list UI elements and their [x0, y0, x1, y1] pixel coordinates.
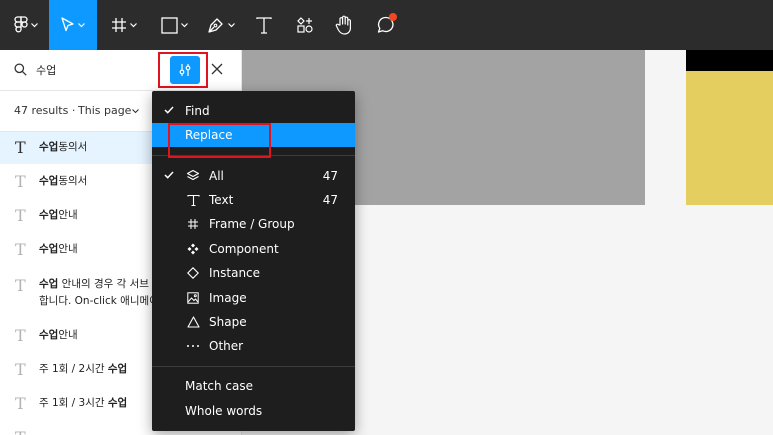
menu-item-find[interactable]: Find	[152, 99, 355, 123]
chevron-down-icon[interactable]	[132, 109, 139, 114]
menu-item-shape[interactable]: Shape	[152, 310, 355, 334]
chevron-down-icon	[180, 22, 188, 27]
text-layer-icon: T	[15, 394, 26, 413]
menu-item-instance[interactable]: Instance	[152, 261, 355, 285]
checkmark-icon	[164, 106, 174, 114]
filter-highlight-box	[158, 52, 208, 88]
search-row	[0, 50, 241, 90]
resources-button[interactable]	[288, 0, 322, 50]
image-icon	[186, 291, 200, 305]
search-icon	[14, 63, 27, 76]
more-icon	[186, 339, 200, 353]
shape-tool-icon	[160, 16, 178, 34]
menu-item-other[interactable]: Other	[152, 334, 355, 358]
menu-item-all[interactable]: All 47	[152, 164, 355, 188]
menu-item-component[interactable]: Component	[152, 237, 355, 261]
pen-tool-button[interactable]	[200, 0, 242, 50]
menu-item-image[interactable]: Image	[152, 286, 355, 310]
text-layer-icon: T	[15, 326, 26, 345]
menu-item-text[interactable]: Text 47	[152, 188, 355, 212]
chevron-down-icon	[228, 22, 235, 27]
text-tool-button[interactable]	[248, 0, 280, 50]
frame-tool-button[interactable]	[104, 0, 144, 50]
text-layer-icon: T	[15, 138, 26, 157]
resources-icon	[297, 17, 313, 33]
pen-tool-icon	[208, 18, 223, 33]
text-icon	[186, 193, 200, 207]
replace-highlight-box	[168, 123, 271, 158]
layers-icon	[186, 169, 200, 183]
comment-tool-button[interactable]	[368, 0, 404, 50]
chevron-down-icon	[31, 22, 38, 27]
checkmark-icon	[164, 171, 174, 179]
menu-item-match-case[interactable]: Match case	[152, 374, 355, 398]
canvas-black-frame[interactable]	[686, 50, 773, 71]
menu-item-frame-group[interactable]: Frame / Group	[152, 212, 355, 236]
move-tool-icon	[61, 17, 74, 32]
text-layer-icon: T	[15, 276, 26, 295]
hand-tool-icon	[335, 15, 351, 35]
text-layer-icon: T	[15, 172, 26, 191]
text-layer-icon: T	[15, 206, 26, 225]
hand-tool-button[interactable]	[326, 0, 362, 50]
component-icon	[186, 242, 200, 256]
scope-dropdown[interactable]: This page	[78, 104, 131, 117]
text-layer-icon: T	[15, 240, 26, 259]
menu-separator	[152, 366, 355, 367]
frame-tool-icon	[112, 18, 126, 32]
text-layer-icon: T	[15, 360, 26, 379]
main-menu-button[interactable]	[6, 0, 46, 50]
results-count: 47 results ·	[14, 104, 76, 117]
canvas-yellow-frame[interactable]	[686, 71, 773, 205]
notification-dot	[389, 13, 397, 21]
shape-icon	[186, 315, 200, 329]
move-tool-button[interactable]	[49, 0, 97, 50]
shape-tool-button[interactable]	[153, 0, 195, 50]
text-tool-icon	[256, 16, 272, 34]
text-layer-icon: T	[15, 430, 26, 435]
frame-icon	[186, 217, 200, 231]
chevron-down-icon	[130, 22, 137, 27]
close-icon[interactable]	[209, 61, 225, 77]
toolbar	[0, 0, 773, 50]
search-input[interactable]	[36, 61, 146, 79]
instance-icon	[186, 266, 200, 280]
menu-item-whole-words[interactable]: Whole words	[152, 399, 355, 423]
figma-logo-icon	[14, 16, 28, 33]
chevron-down-icon	[78, 22, 85, 27]
